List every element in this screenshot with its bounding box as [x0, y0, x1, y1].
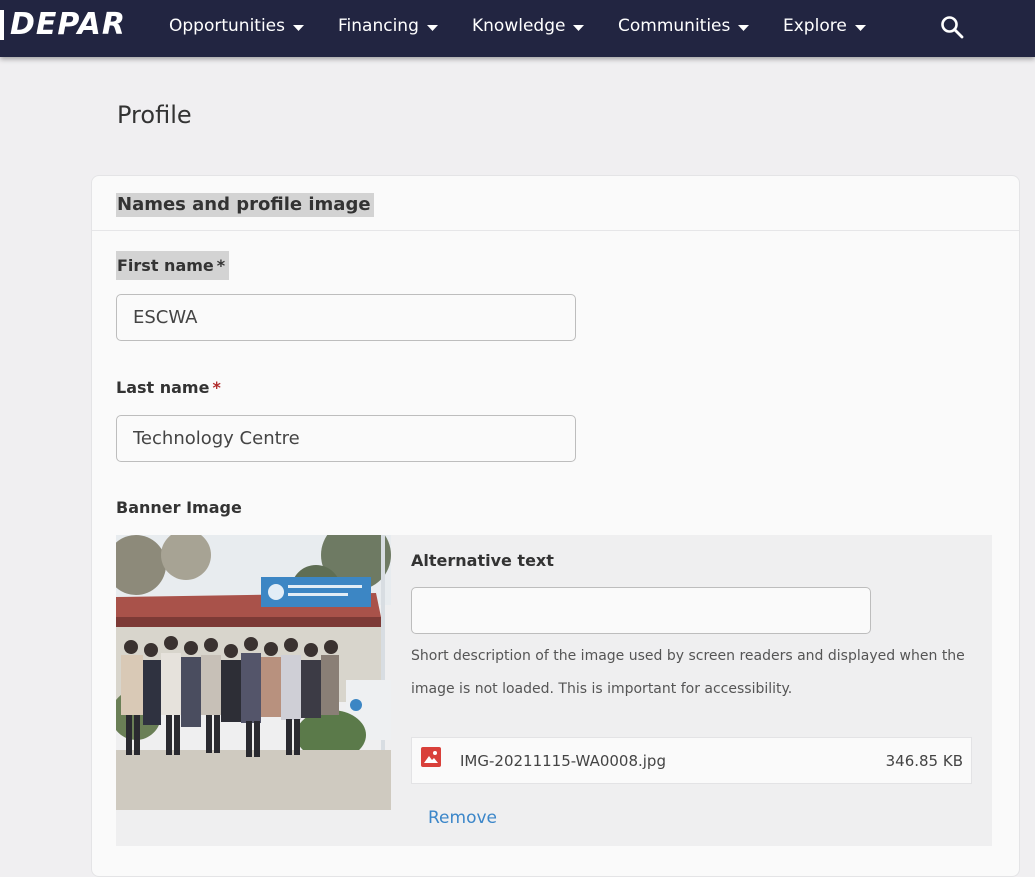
- nav-opportunities[interactable]: Opportunities: [169, 14, 304, 38]
- nav-explore[interactable]: Explore: [783, 14, 866, 38]
- nav-financing-label: Financing: [338, 16, 419, 36]
- file-name[interactable]: IMG-20211115-WA0008.jpg: [460, 750, 666, 772]
- banner-image-preview[interactable]: [116, 535, 391, 810]
- first-name-label-text: First name: [117, 256, 214, 275]
- image-file-icon: [421, 747, 441, 767]
- top-navigation-bar: DEPAR Opportunities Financing Knowledge …: [0, 0, 1035, 57]
- nav-explore-label: Explore: [783, 16, 847, 36]
- section-header: Names and profile image: [92, 176, 1019, 231]
- section-title: Names and profile image: [116, 193, 374, 217]
- nav-opportunities-label: Opportunities: [169, 16, 285, 36]
- nav-financing[interactable]: Financing: [338, 14, 438, 38]
- alt-text-help: Short description of the image used by s…: [411, 648, 965, 697]
- required-marker: *: [212, 378, 221, 397]
- file-size: 346.85 KB: [885, 752, 963, 770]
- nav-communities-label: Communities: [618, 16, 731, 36]
- page-title: Profile: [117, 101, 192, 129]
- nav-knowledge-label: Knowledge: [472, 16, 566, 36]
- chevron-down-icon: [426, 14, 438, 38]
- first-name-input[interactable]: [116, 294, 576, 341]
- nav-knowledge[interactable]: Knowledge: [472, 14, 585, 38]
- chevron-down-icon: [573, 14, 585, 38]
- last-name-label: Last name: [116, 378, 210, 397]
- chevron-down-icon: [854, 14, 866, 38]
- chevron-down-icon: [293, 14, 304, 38]
- required-marker: *: [216, 256, 226, 275]
- nav-communities[interactable]: Communities: [618, 14, 750, 38]
- remove-button[interactable]: Remove: [428, 806, 497, 830]
- alt-text-input[interactable]: [411, 587, 871, 634]
- first-name-label-group: First name *: [116, 251, 230, 280]
- search-icon[interactable]: [940, 15, 964, 39]
- alt-text-label: Alternative text: [411, 551, 554, 570]
- site-logo[interactable]: DEPAR: [10, 8, 126, 42]
- banner-image-label: Banner Image: [116, 498, 242, 517]
- first-name-label: First name *: [116, 251, 230, 280]
- chevron-down-icon: [738, 14, 750, 38]
- uploaded-file-row: IMG-20211115-WA0008.jpg 346.85 KB: [411, 737, 972, 784]
- last-name-label-group: Last name *: [116, 377, 221, 399]
- last-name-input[interactable]: [116, 415, 576, 462]
- logo-accent-bar: [0, 10, 4, 40]
